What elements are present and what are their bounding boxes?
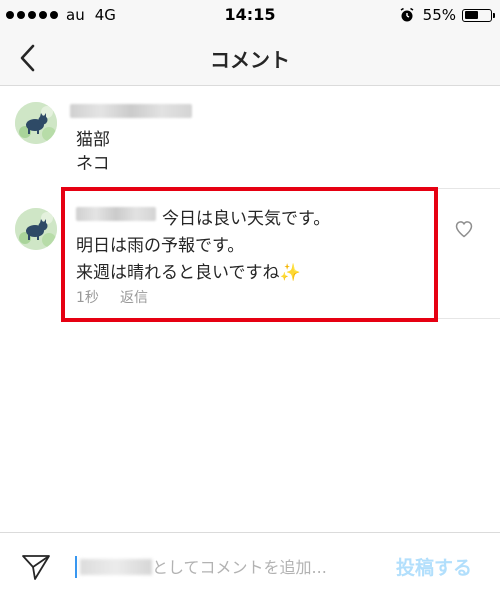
avatar[interactable] [15, 102, 57, 144]
cat-photo-icon [15, 102, 57, 144]
caption-line-1: 猫部 [76, 130, 110, 150]
direct-share-button[interactable] [20, 551, 52, 583]
avatar[interactable] [15, 208, 57, 250]
input-username [80, 559, 152, 575]
comment-username[interactable] [76, 207, 156, 221]
comment-timestamp: 1秒 [76, 290, 99, 306]
caption-username[interactable] [70, 104, 192, 118]
comment-line-2: 明日は雨の予報です。 [76, 236, 245, 256]
status-right: 55% [399, 6, 495, 24]
comment-line-1: 今日は良い天気です。 [162, 209, 331, 229]
like-button[interactable] [454, 219, 474, 239]
paper-plane-icon [22, 555, 50, 580]
battery-percentage: 55% [422, 6, 456, 24]
alarm-icon [400, 7, 414, 22]
comment-input-bar: 投稿する [0, 532, 500, 598]
heart-outline-icon [455, 221, 473, 238]
text-caret [75, 556, 77, 578]
post-button[interactable]: 投稿する [396, 553, 472, 580]
battery-icon [462, 8, 495, 22]
cat-photo-icon [15, 208, 57, 250]
reply-button[interactable]: 返信 [120, 287, 148, 307]
nav-header: コメント [0, 30, 500, 86]
divider [68, 318, 500, 319]
page-title: コメント [210, 48, 290, 72]
status-bar: au 4G 14:15 55% [0, 0, 500, 30]
divider [68, 188, 500, 189]
comment-line-3: 来週は晴れると良いですね✨ [76, 263, 301, 283]
comment-input[interactable] [152, 553, 382, 581]
caption-line-2: ネコ [76, 154, 110, 174]
